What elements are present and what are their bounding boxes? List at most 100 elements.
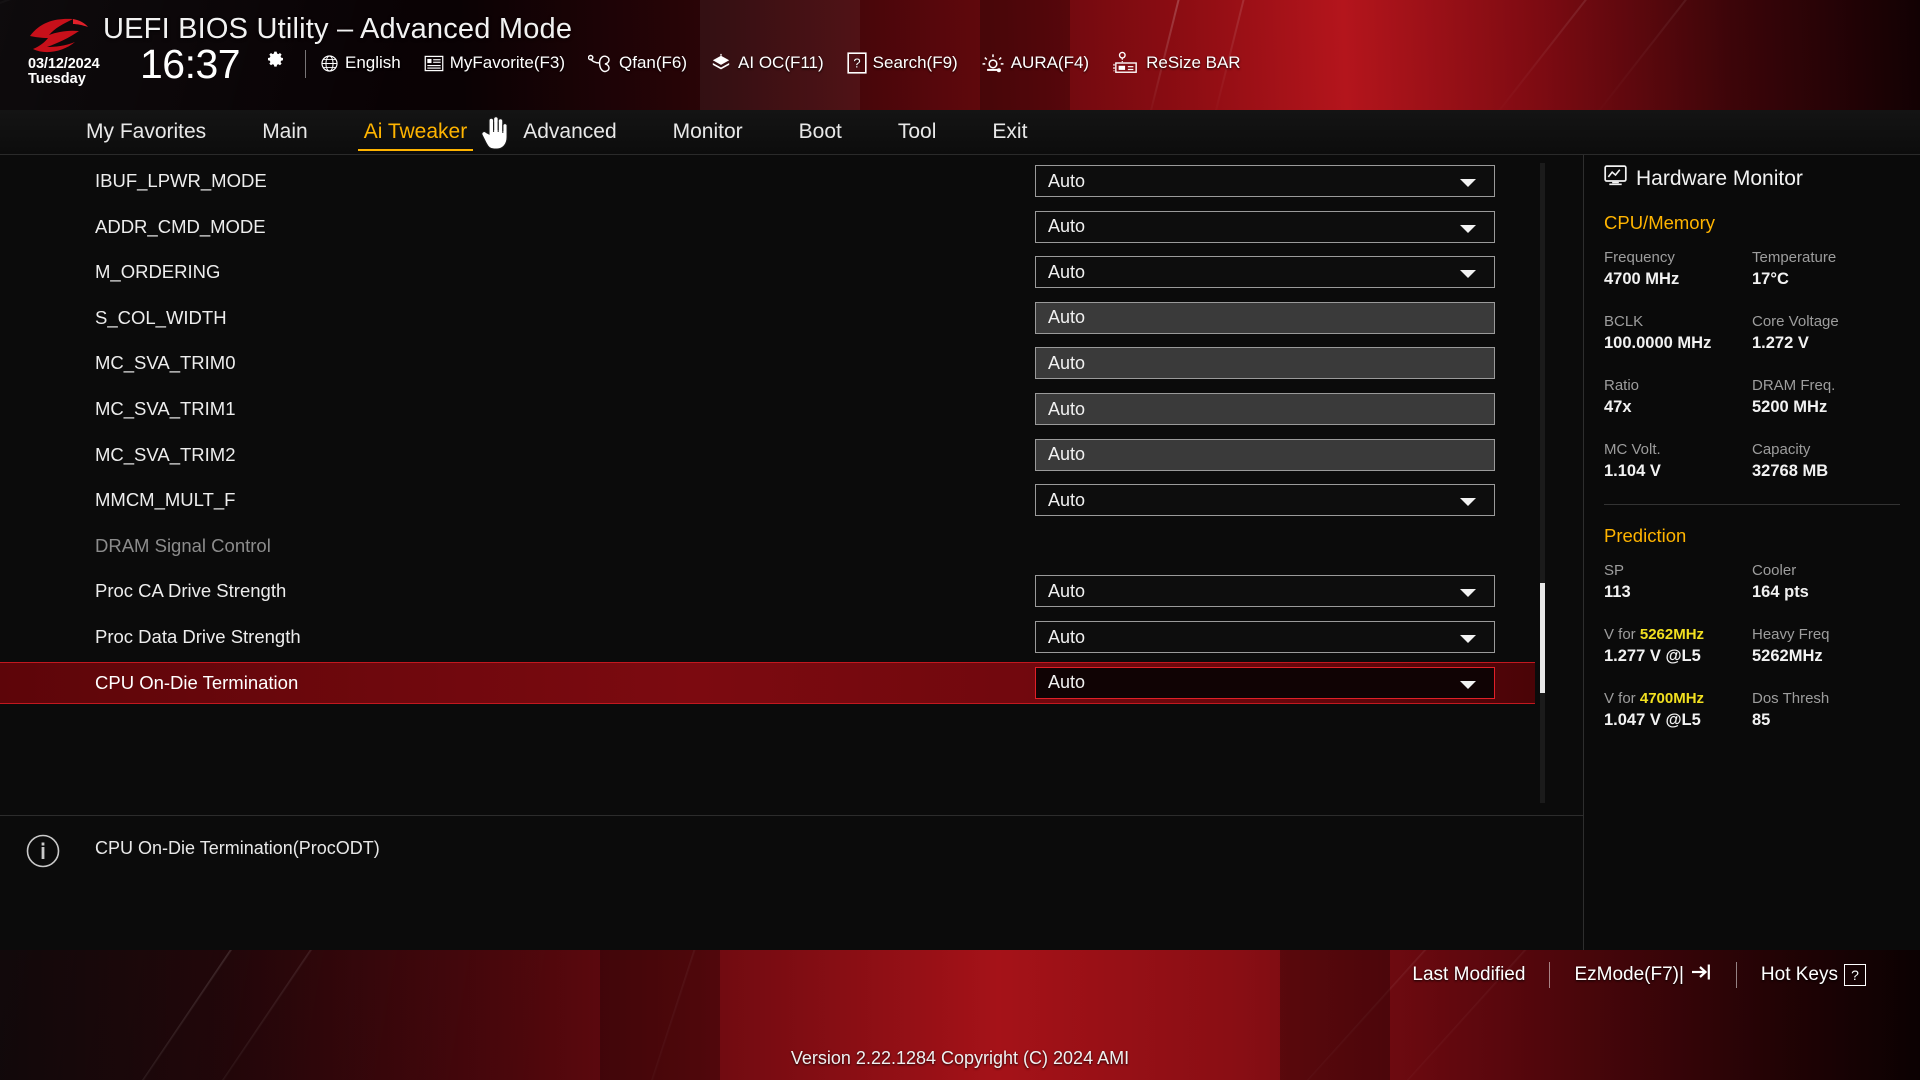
settings-row[interactable]: Proc Data Drive Strength Auto (0, 616, 1535, 658)
hardware-monitor-title: Hardware Monitor (1604, 165, 1900, 192)
hw-stat-key: MC Volt. (1604, 441, 1661, 458)
tab-advanced[interactable]: Advanced (495, 110, 644, 154)
hw-stat-key: DRAM Freq. (1752, 377, 1836, 394)
hw-stat-pair: Frequency 4700 MHz Temperature 17°C (1604, 248, 1900, 290)
hw-section-title: CPU/Memory (1604, 212, 1716, 233)
settings-row-label: IBUF_LPWR_MODE (95, 170, 267, 191)
settings-row[interactable]: IBUF_LPWR_MODE Auto (0, 160, 1535, 202)
ai-oc-button[interactable]: AI OC(F11) (710, 53, 824, 73)
aura-button[interactable]: AURA(F4) (981, 53, 1089, 73)
language-label: English (345, 53, 401, 72)
hw-stat-value: 164 pts (1752, 583, 1809, 601)
settings-row[interactable]: M_ORDERING Auto (0, 251, 1535, 293)
tab-boot[interactable]: Boot (771, 110, 870, 154)
settings-row[interactable]: ADDR_CMD_MODE Auto (0, 206, 1535, 248)
ai-chip-icon (710, 53, 732, 73)
last-modified-button[interactable]: Last Modified (1388, 964, 1549, 986)
chevron-down-icon[interactable] (1460, 179, 1476, 187)
resize-bar-button[interactable]: ReSize BAR (1112, 51, 1241, 75)
settings-row-label: ADDR_CMD_MODE (95, 215, 266, 237)
settings-row[interactable]: CPU On-Die Termination Auto (0, 661, 1535, 704)
aura-light-icon (981, 53, 1005, 73)
hw-stat-left: SP 113 (1604, 561, 1752, 603)
settings-value-dropdown[interactable]: Auto (1035, 484, 1495, 517)
hw-stat-value: 100.0000 MHz (1604, 334, 1712, 352)
settings-value-dropdown[interactable]: Auto (1035, 666, 1495, 699)
hw-stat-value: 32768 MB (1752, 462, 1829, 480)
chevron-down-icon[interactable] (1460, 680, 1476, 689)
hw-stat-key-highlight: 5262MHz (1639, 626, 1705, 643)
language-button[interactable]: English (320, 53, 401, 73)
tab-ai-tweaker[interactable]: Ai Tweaker (336, 110, 496, 154)
settings-value-text: Auto (1048, 444, 1086, 465)
search-button[interactable]: ? Search(F9) (847, 52, 958, 74)
settings-row[interactable]: Proc CA Drive Strength Auto (0, 570, 1535, 612)
qfan-button[interactable]: Qfan(F6) (588, 53, 687, 73)
last-modified-label: Last Modified (1412, 964, 1526, 985)
settings-row-label: MC_SVA_TRIM2 (95, 443, 236, 465)
chevron-down-icon[interactable] (1460, 498, 1476, 507)
hw-stat-pair: SP 113 Cooler 164 pts (1604, 561, 1900, 603)
gear-icon[interactable] (265, 50, 286, 71)
hw-stat-key: Core Voltage (1752, 313, 1839, 330)
clock-text: 16:37 (140, 41, 241, 87)
settings-value-dropdown[interactable]: Auto (1035, 575, 1495, 608)
settings-row-label: S_COL_WIDTH (95, 306, 227, 328)
hw-stat-right: Cooler 164 pts (1752, 561, 1900, 603)
hw-stat-value: 5200 MHz (1752, 398, 1828, 416)
settings-row-label: M_ORDERING (95, 261, 221, 283)
settings-value-text: Auto (1048, 170, 1086, 191)
settings-value-text: Auto (1048, 626, 1086, 647)
myfavorite-button[interactable]: MyFavorite(F3) (424, 53, 565, 73)
settings-row[interactable]: MC_SVA_TRIM2 Auto (0, 434, 1535, 476)
settings-row[interactable]: MMCM_MULT_F Auto (0, 479, 1535, 521)
search-label: Search(F9) (872, 53, 958, 72)
scrollbar-thumb[interactable] (1540, 583, 1545, 693)
settings-row[interactable]: MC_SVA_TRIM1 Auto (0, 388, 1535, 430)
chevron-down-icon[interactable] (1460, 589, 1476, 598)
date-text: 03/12/2024 (28, 56, 100, 72)
tab-tool[interactable]: Tool (870, 110, 965, 154)
chevron-down-icon[interactable] (1460, 224, 1476, 233)
hw-stat-pair: Ratio 47x DRAM Freq. 5200 MHz (1604, 376, 1900, 418)
help-panel: CPU On-Die Termination(ProcODT) (0, 816, 1583, 950)
settings-value-text: Auto (1048, 216, 1086, 237)
fan-icon (588, 53, 613, 73)
settings-value-dropdown[interactable]: Auto (1035, 621, 1495, 653)
question-key-icon: ? (1844, 964, 1866, 986)
hw-stat-value: 1.047 V @L5 (1604, 711, 1701, 729)
tab-my-favorites[interactable]: My Favorites (58, 110, 234, 154)
monitor-icon (1604, 165, 1627, 192)
hw-stat-value: 1.104 V (1604, 462, 1661, 480)
tab-exit[interactable]: Exit (964, 110, 1055, 154)
exit-arrow-icon (1690, 962, 1712, 988)
scrollbar[interactable] (1540, 163, 1545, 803)
hw-stat-left: V for 5262MHz 1.277 V @L5 (1604, 625, 1752, 667)
hw-stat-pair: V for 4700MHz 1.047 V @L5 Dos Thresh 85 (1604, 689, 1900, 731)
hw-stat-value: 1.277 V @L5 (1604, 647, 1701, 665)
settings-row[interactable]: S_COL_WIDTH Auto (0, 297, 1535, 339)
hw-stat-left: Ratio 47x (1604, 376, 1752, 418)
ezmode-label: EzMode(F7)| (1574, 964, 1684, 985)
gpu-card-icon (1112, 51, 1140, 75)
settings-panel: IBUF_LPWR_MODE Auto ADDR_CMD_MODE Auto M_ORD… (0, 155, 1583, 950)
settings-value-readonly: Auto (1035, 393, 1495, 425)
settings-row[interactable]: MC_SVA_TRIM0 Auto (0, 342, 1535, 384)
ezmode-button[interactable]: EzMode(F7)| (1550, 962, 1735, 988)
settings-value-dropdown[interactable]: Auto (1035, 256, 1495, 289)
tab-monitor[interactable]: Monitor (645, 110, 771, 154)
tab-main[interactable]: Main (234, 110, 336, 154)
hot-keys-button[interactable]: Hot Keys ? (1737, 964, 1890, 986)
chevron-down-icon[interactable] (1460, 635, 1476, 643)
hw-stat-right: Core Voltage 1.272 V (1752, 312, 1900, 354)
hw-stat-key: Cooler (1752, 562, 1797, 579)
settings-value-dropdown[interactable]: Auto (1035, 210, 1495, 243)
header-divider (305, 50, 306, 78)
hw-stat-left: V for 4700MHz 1.047 V @L5 (1604, 689, 1752, 731)
svg-text:?: ? (853, 56, 860, 71)
settings-value-text: Auto (1048, 489, 1086, 510)
chevron-down-icon[interactable] (1460, 270, 1476, 279)
settings-value-text: Auto (1048, 352, 1086, 373)
settings-value-dropdown[interactable]: Auto (1035, 165, 1495, 197)
version-text: Version 2.22.1284 Copyright (C) 2024 AMI (790, 1048, 1130, 1068)
